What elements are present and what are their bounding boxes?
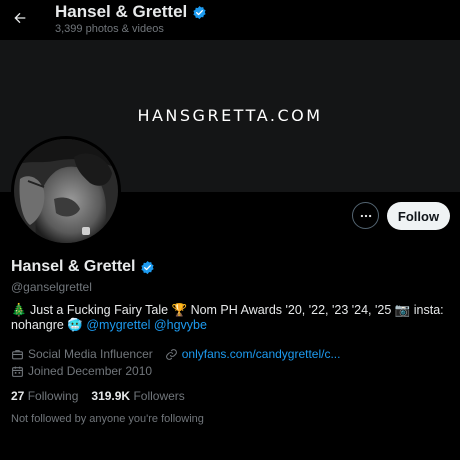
back-button[interactable] xyxy=(8,6,32,30)
followers-count: 319.9K xyxy=(91,389,131,403)
banner-text: HANSGRETTA.COM xyxy=(137,106,323,125)
arrow-left-icon xyxy=(12,10,28,26)
followers-link[interactable]: 319.9K Followers xyxy=(91,389,184,403)
bio-mention-link[interactable]: @mygrettel xyxy=(86,318,150,332)
profile-handle: @ganselgrettel xyxy=(11,280,92,294)
following-label: Following xyxy=(27,389,79,403)
calendar-icon xyxy=(11,365,24,378)
bio-mention-link[interactable]: @hgvybe xyxy=(154,318,207,332)
display-name: Hansel & Grettel xyxy=(11,258,136,275)
media-count: 3,399 photos & videos xyxy=(55,23,164,35)
follow-button[interactable]: Follow xyxy=(387,202,450,230)
bio-text: 🎄 Just a Fucking Fairy Tale 🏆 Nom PH Awa… xyxy=(11,303,444,332)
verified-badge-icon[interactable] xyxy=(140,260,155,275)
not-followed-notice: Not followed by anyone you're following xyxy=(11,413,204,425)
profile-joined-date: Joined December 2010 xyxy=(28,364,153,378)
link-icon xyxy=(165,348,178,361)
following-link[interactable]: 27 Following xyxy=(11,389,78,403)
followers-label: Followers xyxy=(133,389,185,403)
profile-header-bar: Hansel & Grettel 3,399 photos & videos xyxy=(0,0,460,40)
verified-badge-icon xyxy=(192,5,207,20)
follow-counts: 27 Following 319.9K Followers xyxy=(11,389,185,403)
header-title: Hansel & Grettel xyxy=(55,2,188,21)
profile-joined-row: Joined December 2010 xyxy=(11,364,152,378)
profile-category: Social Media Influencer xyxy=(28,347,153,361)
profile-website-link[interactable]: onlyfans.com/candygrettel/c... xyxy=(182,347,341,361)
more-options-button[interactable] xyxy=(352,202,379,229)
profile-meta-row: Social Media Influencer onlyfans.com/can… xyxy=(11,347,340,361)
avatar[interactable] xyxy=(11,136,121,246)
profile-name-row: Hansel & Grettel xyxy=(11,258,155,276)
avatar-photo xyxy=(14,139,118,243)
following-count: 27 xyxy=(11,389,25,403)
profile-bio: 🎄 Just a Fucking Fairy Tale 🏆 Nom PH Awa… xyxy=(11,303,451,333)
header-title-row: Hansel & Grettel xyxy=(55,2,207,22)
more-horizontal-icon xyxy=(359,209,373,223)
briefcase-icon xyxy=(11,348,24,361)
